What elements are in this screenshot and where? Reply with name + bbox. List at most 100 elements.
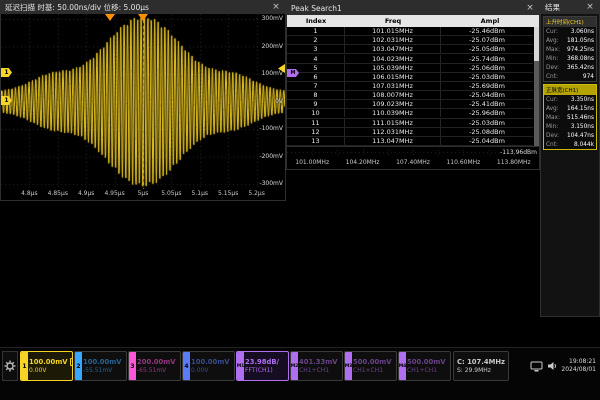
table-cell: 11 <box>287 119 345 127</box>
math-scale: 500.00mV <box>353 358 396 367</box>
math-box-3[interactable]: M3500.00mVCH1×CH1 <box>344 351 397 381</box>
table-cell: 101.015MHz <box>345 27 441 35</box>
measure-stat-row: Min:3.150ns <box>544 122 596 131</box>
table-scrollbar[interactable] <box>534 27 539 146</box>
close-icon[interactable]: × <box>585 3 595 12</box>
time-tick-label: 4.9μs <box>78 190 95 197</box>
voltage-tick-label: 300mV <box>262 15 283 22</box>
math-number: M1 <box>237 352 244 380</box>
close-icon[interactable]: × <box>525 4 535 13</box>
table-row[interactable]: 7107.031MHz-25.69dBm <box>287 82 533 91</box>
table-cell: 1 <box>287 27 345 35</box>
impedance-badge: Ω <box>70 358 73 366</box>
frequency-tick-label: 104.20MHz <box>346 159 380 166</box>
table-cell: 107.031MHz <box>345 82 441 90</box>
voltage-tick-label: -300mV <box>259 180 283 187</box>
frequency-tick-label: 107.40MHz <box>396 159 430 166</box>
table-row[interactable]: 2102.031MHz-25.07dBm <box>287 36 533 45</box>
dbm-tick-label: -113.96dBm <box>500 149 537 156</box>
table-row[interactable]: 3103.047MHz-25.05dBm <box>287 45 533 54</box>
table-row[interactable]: 5105.039MHz-25.06dBm <box>287 64 533 73</box>
table-cell: 7 <box>287 82 345 90</box>
settings-button[interactable] <box>2 351 18 381</box>
voltage-tick-label: 200mV <box>262 43 283 50</box>
math-number: M3 <box>345 352 352 380</box>
table-cell: -25.03dBm <box>441 119 533 127</box>
table-cell: 3 <box>287 45 345 53</box>
table-cell: 106.015MHz <box>345 73 441 81</box>
time-value: 19:08:21 <box>569 358 596 366</box>
table-cell: -25.96dBm <box>441 109 533 117</box>
table-cell: 102.031MHz <box>345 36 441 44</box>
gear-icon <box>4 360 16 372</box>
peak-panel-header[interactable]: Peak Search1 × <box>287 1 539 15</box>
channel-offset: -55.51mV <box>83 367 126 375</box>
measure-card[interactable]: 正脉宽(CH1)Cur:3.350nsAvg:164.15nsMax:515.4… <box>543 84 597 150</box>
voltage-tick-label: 100mV <box>262 70 283 77</box>
measure-stat-row: Cur:3.060ns <box>544 27 596 36</box>
math-scale: 401.33mV <box>299 358 342 367</box>
math-expression: CH1×CH1 <box>353 367 396 375</box>
results-header[interactable]: 结果 × <box>541 1 599 14</box>
table-cell: 9 <box>287 100 345 108</box>
table-cell: 113.047MHz <box>345 137 441 145</box>
table-row[interactable]: 6106.015MHz-25.03dBm <box>287 73 533 82</box>
column-header: Freq <box>345 17 441 25</box>
frequency-tick-label: 110.60MHz <box>446 159 480 166</box>
table-header-row: IndexFreqAmpl <box>287 15 539 27</box>
table-cell: 110.039MHz <box>345 109 441 117</box>
table-cell: -25.06dBm <box>441 64 533 72</box>
table-row[interactable]: 10110.039MHz-25.96dBm <box>287 109 533 118</box>
table-row[interactable]: 4104.023MHz-25.74dBm <box>287 54 533 63</box>
peak-panel-title: Peak Search1 <box>291 4 342 13</box>
table-row[interactable]: 9109.023MHz-25.41dBm <box>287 100 533 109</box>
channel-box-ch3[interactable]: 3200.00mV-65.51mV <box>128 351 181 381</box>
table-row[interactable]: 8108.007MHz-25.04dBm <box>287 91 533 100</box>
math-box-2[interactable]: M2401.33mVCH1+CH1 <box>290 351 343 381</box>
time-tick-label: 5.15μs <box>218 190 238 197</box>
channel-box-ch2[interactable]: 2100.00mV-55.51mV <box>74 351 127 381</box>
channel-scale: 200.00mV <box>137 358 180 367</box>
channel-box-ch4[interactable]: 4100.00mV0.00V <box>182 351 235 381</box>
table-row[interactable]: 1101.015MHz-25.46dBm <box>287 27 533 36</box>
voltage-tick-label: -100mV <box>259 125 283 132</box>
time-tick-label: 5.05μs <box>161 190 181 197</box>
rtsa-box[interactable]: C: 107.4MHz S: 29.9MHz <box>453 351 509 381</box>
channel-scale: 100.00mVΩ <box>29 358 72 367</box>
table-cell: -25.07dBm <box>441 36 533 44</box>
math-box-1[interactable]: M123.98dB/FFT(CH1) <box>236 351 289 381</box>
system-status-area: 19:08:21 2024/08/01 <box>530 351 598 381</box>
table-cell: 112.031MHz <box>345 128 441 136</box>
rtsa-center: C: 107.4MHz <box>457 358 508 367</box>
zoom-plot-area[interactable]: 1 300mV200mV100mV0V-100mV-200mV-300mV <box>1 14 285 189</box>
table-row[interactable]: 13113.047MHz-25.04dBm <box>287 137 533 146</box>
lan-icon <box>530 361 543 372</box>
channel-offset: 0.00V <box>29 367 72 375</box>
table-cell: 2 <box>287 36 345 44</box>
measure-stat-row: Cnt:8.044k <box>544 140 596 149</box>
speaker-icon[interactable] <box>547 361 557 371</box>
channel-box-ch1[interactable]: 1100.00mVΩ0.00V <box>20 351 73 381</box>
table-cell: 111.015MHz <box>345 119 441 127</box>
scrollbar-thumb[interactable] <box>534 27 539 61</box>
math-expression: CH1+CH1 <box>407 367 450 375</box>
table-cell: 4 <box>287 55 345 63</box>
table-row[interactable]: 11111.015MHz-25.03dBm <box>287 119 533 128</box>
measure-stat-row: Max:515.46ns <box>544 113 596 122</box>
math-box-4[interactable]: M4500.00mVCH1+CH1 <box>398 351 451 381</box>
peak-search-panel: Peak Search1 × IndexFreqAmpl 1101.015MHz… <box>286 0 540 147</box>
measure-stat-row: Cnt:974 <box>544 72 596 81</box>
table-cell: 13 <box>287 137 345 145</box>
frequency-tick-label: 101.00MHz <box>295 159 329 166</box>
rtsa-span: S: 29.9MHz <box>457 367 508 375</box>
clock: 19:08:21 2024/08/01 <box>561 358 596 375</box>
close-icon[interactable]: × <box>271 3 281 12</box>
table-cell: -25.04dBm <box>441 137 533 145</box>
measure-card[interactable]: 上升时间(CH1)Cur:3.060nsAvg:181.05nsMax:974.… <box>543 16 597 82</box>
measure-stat-row: Dev:104.47ns <box>544 131 596 140</box>
zoom-panel-header[interactable]: 延迟扫描 时基: 50.00ns/div 位移: 5.00μs × <box>1 1 285 14</box>
zoom-waveform-canvas[interactable] <box>1 14 285 189</box>
channel-offset: -65.51mV <box>137 367 180 375</box>
math-scale: 500.00mV <box>407 358 450 367</box>
table-row[interactable]: 12112.031MHz-25.08dBm <box>287 128 533 137</box>
